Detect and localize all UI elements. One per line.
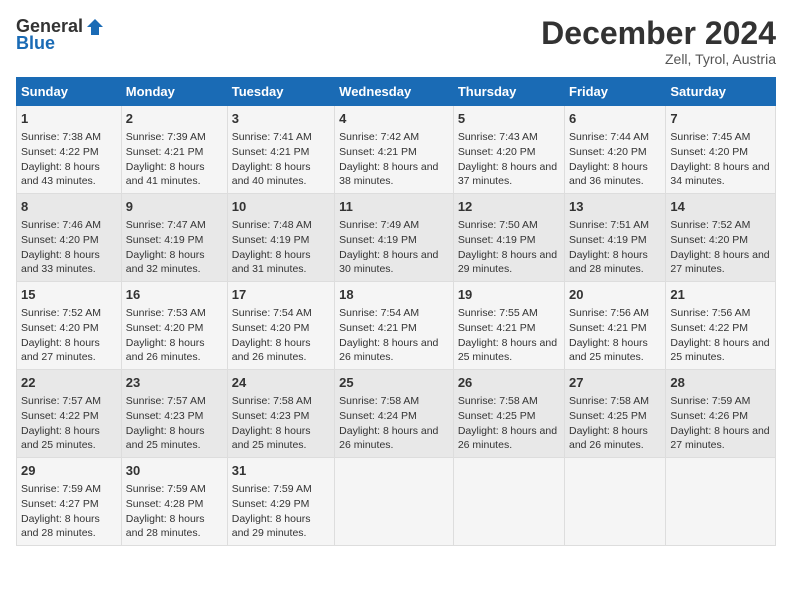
col-monday: Monday: [121, 78, 227, 106]
logo-icon: [85, 17, 105, 37]
col-saturday: Saturday: [666, 78, 776, 106]
day-cell-7: 7 Sunrise: 7:45 AMSunset: 4:20 PMDayligh…: [666, 106, 776, 194]
week-row-4: 22 Sunrise: 7:57 AMSunset: 4:22 PMDaylig…: [17, 370, 776, 458]
day-cell-31: 31 Sunrise: 7:59 AMSunset: 4:29 PMDaylig…: [227, 457, 334, 545]
day-cell-8: 8 Sunrise: 7:46 AMSunset: 4:20 PMDayligh…: [17, 194, 122, 282]
day-cell-empty-3: [565, 457, 666, 545]
day-cell-22: 22 Sunrise: 7:57 AMSunset: 4:22 PMDaylig…: [17, 370, 122, 458]
day-cell-10: 10 Sunrise: 7:48 AMSunset: 4:19 PMDaylig…: [227, 194, 334, 282]
day-cell-20: 20 Sunrise: 7:56 AMSunset: 4:21 PMDaylig…: [565, 282, 666, 370]
day-cell-28: 28 Sunrise: 7:59 AMSunset: 4:26 PMDaylig…: [666, 370, 776, 458]
logo: General Blue: [16, 16, 105, 54]
day-cell-4: 4 Sunrise: 7:42 AMSunset: 4:21 PMDayligh…: [335, 106, 454, 194]
day-cell-9: 9 Sunrise: 7:47 AMSunset: 4:19 PMDayligh…: [121, 194, 227, 282]
day-cell-6: 6 Sunrise: 7:44 AMSunset: 4:20 PMDayligh…: [565, 106, 666, 194]
day-cell-14: 14 Sunrise: 7:52 AMSunset: 4:20 PMDaylig…: [666, 194, 776, 282]
day-cell-empty-4: [666, 457, 776, 545]
col-friday: Friday: [565, 78, 666, 106]
day-cell-1: 1 Sunrise: 7:38 AMSunset: 4:22 PMDayligh…: [17, 106, 122, 194]
col-sunday: Sunday: [17, 78, 122, 106]
day-cell-18: 18 Sunrise: 7:54 AMSunset: 4:21 PMDaylig…: [335, 282, 454, 370]
day-cell-25: 25 Sunrise: 7:58 AMSunset: 4:24 PMDaylig…: [335, 370, 454, 458]
day-cell-empty-2: [453, 457, 564, 545]
day-cell-16: 16 Sunrise: 7:53 AMSunset: 4:20 PMDaylig…: [121, 282, 227, 370]
page-header: General Blue December 2024 Zell, Tyrol, …: [16, 16, 776, 67]
day-cell-11: 11 Sunrise: 7:49 AMSunset: 4:19 PMDaylig…: [335, 194, 454, 282]
week-row-3: 15 Sunrise: 7:52 AMSunset: 4:20 PMDaylig…: [17, 282, 776, 370]
week-row-2: 8 Sunrise: 7:46 AMSunset: 4:20 PMDayligh…: [17, 194, 776, 282]
day-cell-13: 13 Sunrise: 7:51 AMSunset: 4:19 PMDaylig…: [565, 194, 666, 282]
title-section: December 2024 Zell, Tyrol, Austria: [541, 16, 776, 67]
day-cell-empty-1: [335, 457, 454, 545]
day-cell-19: 19 Sunrise: 7:55 AMSunset: 4:21 PMDaylig…: [453, 282, 564, 370]
day-cell-27: 27 Sunrise: 7:58 AMSunset: 4:25 PMDaylig…: [565, 370, 666, 458]
day-cell-5: 5 Sunrise: 7:43 AMSunset: 4:20 PMDayligh…: [453, 106, 564, 194]
week-row-5: 29 Sunrise: 7:59 AMSunset: 4:27 PMDaylig…: [17, 457, 776, 545]
header-row: Sunday Monday Tuesday Wednesday Thursday…: [17, 78, 776, 106]
day-cell-29: 29 Sunrise: 7:59 AMSunset: 4:27 PMDaylig…: [17, 457, 122, 545]
day-cell-15: 15 Sunrise: 7:52 AMSunset: 4:20 PMDaylig…: [17, 282, 122, 370]
week-row-1: 1 Sunrise: 7:38 AMSunset: 4:22 PMDayligh…: [17, 106, 776, 194]
calendar-table: Sunday Monday Tuesday Wednesday Thursday…: [16, 77, 776, 546]
day-cell-2: 2 Sunrise: 7:39 AMSunset: 4:21 PMDayligh…: [121, 106, 227, 194]
day-cell-12: 12 Sunrise: 7:50 AMSunset: 4:19 PMDaylig…: [453, 194, 564, 282]
logo-blue: Blue: [16, 33, 55, 54]
day-cell-3: 3 Sunrise: 7:41 AMSunset: 4:21 PMDayligh…: [227, 106, 334, 194]
day-cell-24: 24 Sunrise: 7:58 AMSunset: 4:23 PMDaylig…: [227, 370, 334, 458]
day-cell-23: 23 Sunrise: 7:57 AMSunset: 4:23 PMDaylig…: [121, 370, 227, 458]
day-cell-30: 30 Sunrise: 7:59 AMSunset: 4:28 PMDaylig…: [121, 457, 227, 545]
col-wednesday: Wednesday: [335, 78, 454, 106]
day-cell-17: 17 Sunrise: 7:54 AMSunset: 4:20 PMDaylig…: [227, 282, 334, 370]
subtitle: Zell, Tyrol, Austria: [541, 51, 776, 67]
month-title: December 2024: [541, 16, 776, 51]
day-cell-21: 21 Sunrise: 7:56 AMSunset: 4:22 PMDaylig…: [666, 282, 776, 370]
col-tuesday: Tuesday: [227, 78, 334, 106]
day-cell-26: 26 Sunrise: 7:58 AMSunset: 4:25 PMDaylig…: [453, 370, 564, 458]
col-thursday: Thursday: [453, 78, 564, 106]
